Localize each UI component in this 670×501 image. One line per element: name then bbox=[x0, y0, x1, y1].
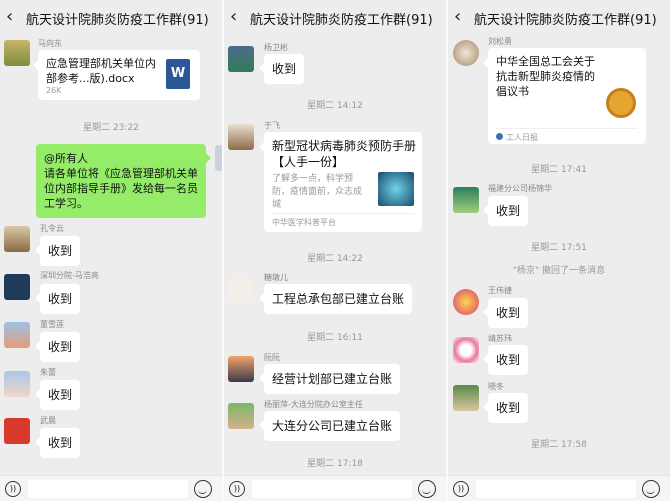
card-divider bbox=[496, 128, 638, 129]
message-bubble[interactable]: 收到 bbox=[258, 54, 305, 84]
chat-panel-2: ‹ 航天设计院肺炎防疫工作群(91) 杨卫彬 收到 星期二 14:12 于飞 新… bbox=[224, 0, 446, 501]
voice-icon[interactable]: )) bbox=[453, 481, 469, 497]
sender-name: 董雪莲 bbox=[40, 320, 64, 329]
message-bubble[interactable]: 收到 bbox=[34, 236, 81, 266]
sender-name: 马向东 bbox=[38, 39, 62, 48]
sender-name: 朱蕾 bbox=[40, 368, 56, 377]
avatar[interactable] bbox=[453, 40, 479, 66]
sender-name: 福建分公司杨锦华 bbox=[488, 184, 552, 193]
sender-name: 王伟捷 bbox=[488, 286, 512, 295]
message-bubble[interactable]: 收到 bbox=[482, 345, 529, 375]
card-divider bbox=[272, 213, 414, 214]
link-card[interactable]: 中华全国总工会关于抗击新型肺炎疫情的倡议书 工人日报 bbox=[483, 48, 646, 144]
voice-icon[interactable]: )) bbox=[5, 481, 21, 497]
chat-title: 航天设计院肺炎防疫工作群(91) bbox=[250, 13, 433, 28]
chat-panel-1: ‹ 航天设计院肺炎防疫工作群(91) 马向东 应急管理部机关单位内部参考...版… bbox=[0, 0, 222, 501]
word-file-icon: W bbox=[166, 59, 190, 89]
chat-panel-3: ‹ 航天设计院肺炎防疫工作群(91) 刘松勇 中华全国总工会关于抗击新型肺炎疫情… bbox=[448, 0, 670, 501]
file-message[interactable]: 应急管理部机关单位内部参考...版).docx 26K W bbox=[33, 50, 200, 100]
input-bar: )) bbox=[224, 475, 446, 501]
sender-name: 刘松勇 bbox=[488, 37, 512, 46]
input-bar: )) bbox=[0, 475, 222, 501]
sender-name: 深圳分院-马浩亮 bbox=[40, 271, 99, 280]
timestamp: 星期二 17:18 bbox=[307, 459, 363, 469]
message-bubble-self[interactable]: @所有人 请各单位将《应急管理部机关单位内部指导手册》发给每一名员工学习。 bbox=[36, 144, 211, 218]
timestamp: 星期二 16:11 bbox=[307, 333, 363, 343]
sender-name: 靖苏玮 bbox=[488, 334, 512, 343]
chat-header: ‹ 航天设计院肺炎防疫工作群(91) bbox=[224, 0, 446, 34]
chat-title: 航天设计院肺炎防疫工作群(91) bbox=[26, 13, 209, 28]
chat-screenshots: ‹ 航天设计院肺炎防疫工作群(91) 马向东 应急管理部机关单位内部参考...版… bbox=[0, 0, 670, 501]
sender-name: 晓冬 bbox=[488, 382, 504, 391]
card-title: 新型冠状病毒肺炎预防手册【人手一份】 bbox=[272, 139, 417, 169]
avatar[interactable] bbox=[4, 226, 30, 252]
avatar[interactable] bbox=[4, 274, 30, 300]
sender-name: 阮阮 bbox=[264, 353, 280, 362]
message-bubble[interactable]: 大连分公司已建立台账 bbox=[258, 411, 401, 441]
emoji-icon[interactable] bbox=[642, 480, 660, 498]
timestamp: 星期二 17:41 bbox=[531, 165, 587, 175]
avatar[interactable] bbox=[4, 418, 30, 444]
card-source: 中华医学科普平台 bbox=[272, 218, 336, 227]
card-thumbnail bbox=[378, 172, 414, 206]
message-bubble[interactable]: 收到 bbox=[482, 393, 529, 423]
avatar[interactable] bbox=[228, 46, 254, 72]
source-icon bbox=[496, 133, 503, 140]
avatar[interactable] bbox=[4, 371, 30, 397]
emoji-icon[interactable] bbox=[418, 480, 436, 498]
sender-name: 杨卫彬 bbox=[264, 43, 288, 52]
timestamp: 星期二 14:22 bbox=[307, 254, 363, 264]
sender-name: 孔令云 bbox=[40, 224, 64, 233]
card-title: 中华全国总工会关于抗击新型肺炎疫情的倡议书 bbox=[496, 55, 595, 98]
input-bar: )) bbox=[448, 475, 670, 501]
timestamp: 星期二 14:12 bbox=[307, 101, 363, 111]
message-bubble[interactable]: 收到 bbox=[34, 428, 81, 458]
chat-header: ‹ 航天设计院肺炎防疫工作群(91) bbox=[0, 0, 222, 34]
file-name: 应急管理部机关单位内部参考...版).docx bbox=[46, 57, 156, 85]
union-logo-icon bbox=[606, 88, 636, 118]
chat-header: ‹ 航天设计院肺炎防疫工作群(91) bbox=[448, 0, 670, 34]
message-bubble[interactable]: 收到 bbox=[34, 332, 81, 362]
message-bubble[interactable]: 收到 bbox=[34, 284, 81, 314]
timestamp: 星期二 17:51 bbox=[531, 243, 587, 253]
message-bubble[interactable]: 工程总承包部已建立台账 bbox=[258, 284, 413, 314]
timestamp: 星期二 17:58 bbox=[531, 440, 587, 450]
avatar[interactable] bbox=[4, 322, 30, 348]
message-input[interactable] bbox=[252, 480, 412, 498]
message-bubble[interactable]: 经营计划部已建立台账 bbox=[258, 364, 401, 394]
avatar[interactable] bbox=[228, 403, 254, 429]
card-source: 工人日报 bbox=[506, 133, 538, 142]
avatar[interactable] bbox=[453, 385, 479, 411]
emoji-icon[interactable] bbox=[194, 480, 212, 498]
avatar[interactable] bbox=[228, 356, 254, 382]
sender-name: 武晨 bbox=[40, 416, 56, 425]
back-chevron-icon[interactable]: ‹ bbox=[454, 6, 461, 27]
message-bubble[interactable]: 收到 bbox=[34, 380, 81, 410]
avatar[interactable] bbox=[4, 40, 30, 66]
avatar[interactable] bbox=[453, 187, 479, 213]
file-size: 26K bbox=[46, 86, 62, 95]
chat-title: 航天设计院肺炎防疫工作群(91) bbox=[474, 13, 657, 28]
self-avatar[interactable] bbox=[215, 145, 222, 171]
avatar[interactable] bbox=[453, 289, 479, 315]
avatar[interactable] bbox=[228, 277, 254, 303]
sender-name: 糖墩儿 bbox=[264, 273, 288, 282]
avatar[interactable] bbox=[228, 124, 254, 150]
voice-icon[interactable]: )) bbox=[229, 481, 245, 497]
back-chevron-icon[interactable]: ‹ bbox=[6, 6, 13, 27]
timestamp: 星期二 23:22 bbox=[83, 123, 139, 133]
message-input[interactable] bbox=[28, 480, 188, 498]
back-chevron-icon[interactable]: ‹ bbox=[230, 6, 237, 27]
link-card[interactable]: 新型冠状病毒肺炎预防手册【人手一份】 了解多一点，科学预防，疫情面前，众志成城 … bbox=[259, 132, 422, 232]
sender-name: 杨丽萍-大连分院办公室主任 bbox=[264, 400, 363, 409]
recall-notice: "杨京" 撤回了一条消息 bbox=[512, 266, 606, 276]
sender-name: 于飞 bbox=[264, 121, 280, 130]
message-bubble[interactable]: 收到 bbox=[482, 298, 529, 328]
card-desc: 了解多一点，科学预防，疫情面前，众志成城 bbox=[272, 174, 363, 210]
avatar[interactable] bbox=[453, 337, 479, 363]
message-bubble[interactable]: 收到 bbox=[482, 196, 529, 226]
message-input[interactable] bbox=[476, 480, 636, 498]
